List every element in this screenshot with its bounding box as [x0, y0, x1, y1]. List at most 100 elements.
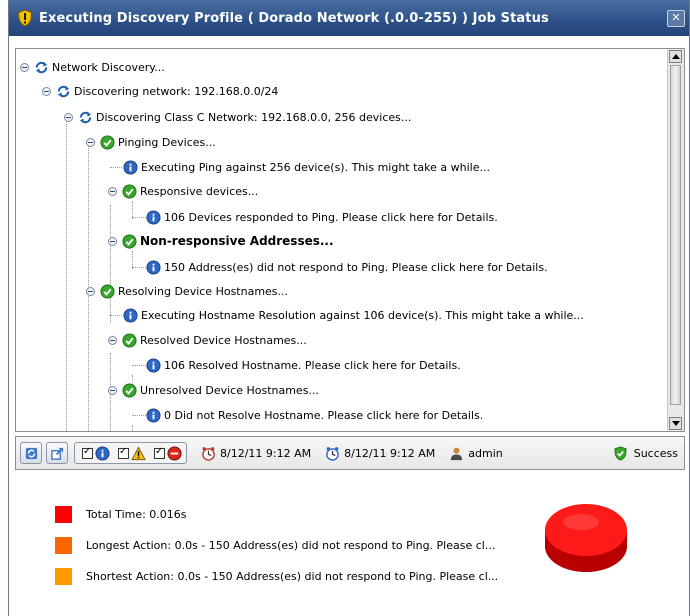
- title-bar[interactable]: Executing Discovery Profile ( Dorado Net…: [9, 0, 689, 36]
- tree-node[interactable]: Network Discovery...: [20, 55, 165, 79]
- summary-item-text: Shortest Action: 0.0s - 150 Address(es) …: [86, 570, 499, 583]
- tree-connector: [132, 415, 146, 416]
- collapse-toggle[interactable]: [108, 236, 117, 246]
- summary-item-longest-action: Longest Action: 0.0s - 150 Address(es) d…: [55, 537, 495, 554]
- user-name: admin: [468, 446, 503, 460]
- collapse-toggle[interactable]: [86, 137, 95, 147]
- collapse-toggle[interactable]: [42, 86, 51, 96]
- tree-node[interactable]: Discovering network: 192.168.0.0/24: [42, 79, 278, 103]
- close-icon: ✕: [671, 11, 681, 24]
- tree-connector: [132, 425, 133, 431]
- tree-connector: [132, 217, 146, 218]
- tree-node-label: Network Discovery...: [52, 60, 165, 74]
- start-time-value: 8/12/11 9:12 AM: [220, 446, 312, 460]
- tree-node-label: Discovering Class C Network: 192.168.0.0…: [96, 110, 412, 124]
- refresh-button[interactable]: [20, 442, 42, 464]
- legend-swatch: [55, 568, 72, 585]
- summary-item-total-time: Total Time: 0.016s: [55, 506, 187, 523]
- tree-node[interactable]: 0 Did not Resolve Hostname. Please click…: [146, 403, 483, 427]
- shield-check-icon: [614, 445, 627, 461]
- collapse-toggle[interactable]: [108, 186, 117, 196]
- end-time: 8/12/11 9:12 AM: [325, 446, 435, 461]
- tree-node-label: Unresolved Device Hostnames...: [140, 383, 319, 397]
- collapse-toggle[interactable]: [86, 286, 95, 296]
- check-icon: [100, 134, 115, 150]
- tree-node[interactable]: Discovering Class C Network: 192.168.0.0…: [64, 105, 411, 129]
- tree-node[interactable]: Resolving Device Hostnames...: [86, 279, 288, 303]
- collapse-toggle[interactable]: [108, 385, 117, 395]
- refresh-icon: [25, 447, 37, 459]
- info-icon: [146, 357, 161, 373]
- tree-connector: [132, 365, 146, 366]
- refresh-icon: [35, 61, 48, 73]
- tree-node[interactable]: 106 Resolved Hostname. Please click here…: [146, 353, 461, 377]
- tree-node[interactable]: Resolved Device Hostnames...: [108, 328, 307, 352]
- close-button[interactable]: ✕: [667, 10, 685, 27]
- job-status-text: Success: [633, 446, 678, 460]
- user-info: admin: [449, 446, 503, 461]
- tree-node-label: Resolving Device Hostnames...: [118, 284, 289, 298]
- collapse-toggle[interactable]: [64, 112, 73, 122]
- filter-error-checkbox[interactable]: [154, 446, 165, 459]
- tree-connector: [66, 119, 67, 431]
- vertical-scrollbar[interactable]: [667, 49, 684, 431]
- tree-node-label: Pinging Devices...: [118, 135, 216, 149]
- scroll-thumb[interactable]: [670, 65, 681, 405]
- filter-warning-checkbox[interactable]: [118, 446, 129, 459]
- collapse-toggle[interactable]: [108, 335, 117, 345]
- clock-end-icon: [326, 446, 339, 461]
- tree-node-label: 106 Devices responded to Ping. Please cl…: [164, 210, 498, 224]
- refresh-icon: [57, 85, 70, 97]
- tree-node-label: 106 Resolved Hostname. Please click here…: [164, 358, 461, 372]
- end-time-value: 8/12/11 9:12 AM: [344, 446, 436, 460]
- arrow-up-icon: [672, 54, 680, 59]
- tree-node[interactable]: 106 Devices responded to Ping. Please cl…: [146, 205, 498, 229]
- tree-node-label: Executing Ping against 256 device(s). Th…: [141, 160, 490, 174]
- tree-connector: [132, 267, 146, 268]
- export-button[interactable]: [46, 442, 68, 464]
- tree-node-label: Responsive devices...: [140, 184, 259, 198]
- legend-swatch: [55, 506, 72, 523]
- severity-filters: [74, 442, 187, 464]
- clock-start-icon: [202, 446, 215, 461]
- filter-info-checkbox[interactable]: [82, 446, 93, 459]
- info-icon: [146, 259, 161, 275]
- tree-node-label: 0 Did not Resolve Hostname. Please click…: [164, 408, 484, 422]
- tree-connector: [110, 205, 111, 323]
- tree-node[interactable]: Responsive devices...: [108, 179, 258, 203]
- tree-node[interactable]: Executing Hostname Resolution against 10…: [123, 303, 584, 327]
- tree-node-label: Resolved Device Hostnames...: [140, 333, 307, 347]
- warning-icon: [131, 445, 146, 460]
- tree-node-label: Non-responsive Addresses...: [140, 234, 334, 248]
- tree-node[interactable]: Non-responsive Addresses...: [108, 229, 334, 253]
- tree-node[interactable]: Executing Ping against 256 device(s). Th…: [123, 155, 490, 179]
- window-title: Executing Discovery Profile ( Dorado Net…: [39, 10, 549, 26]
- job-log-tree[interactable]: Network Discovery... Discovering network…: [15, 48, 685, 432]
- tree-node[interactable]: Pinging Devices...: [86, 130, 216, 154]
- tree-node[interactable]: 150 Address(es) did not respond to Ping.…: [146, 255, 548, 279]
- scroll-up-button[interactable]: [669, 50, 682, 63]
- refresh-icon: [79, 111, 92, 123]
- check-icon: [122, 233, 137, 249]
- info-icon: [146, 407, 161, 423]
- shield-warning-icon: [17, 9, 33, 27]
- collapse-toggle[interactable]: [20, 62, 29, 72]
- start-time: 8/12/11 9:12 AM: [201, 446, 311, 461]
- summary-item-text: Longest Action: 0.0s - 150 Address(es) d…: [86, 539, 496, 552]
- legend-swatch: [55, 537, 72, 554]
- check-icon: [122, 382, 137, 398]
- scroll-down-button[interactable]: [669, 417, 682, 430]
- check-icon: [122, 332, 137, 348]
- arrow-down-icon: [672, 421, 680, 426]
- tree-connector: [110, 315, 122, 316]
- info-icon: [95, 445, 110, 461]
- check-icon: [100, 283, 115, 299]
- error-icon: [167, 445, 182, 461]
- summary-item-shortest-action: Shortest Action: 0.0s - 150 Address(es) …: [55, 568, 498, 585]
- tree-node[interactable]: Unresolved Device Hostnames...: [108, 378, 319, 402]
- job-status: Success: [613, 445, 678, 461]
- total-time-pie-chart: [545, 504, 627, 572]
- tree-connector: [110, 167, 122, 168]
- info-icon: [123, 159, 138, 175]
- tree-node-label: Discovering network: 192.168.0.0/24: [74, 84, 279, 98]
